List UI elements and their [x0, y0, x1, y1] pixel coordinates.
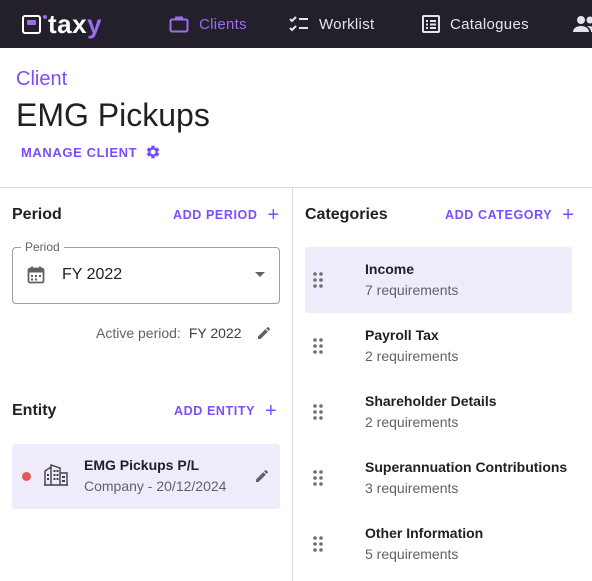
logo-mark-icon — [22, 14, 41, 34]
plus-icon: + — [562, 204, 575, 226]
nav-label-clients: Clients — [199, 15, 247, 33]
category-name: Payroll Tax — [365, 327, 439, 343]
category-count: 2 requirements — [365, 348, 459, 364]
add-period-button[interactable]: ADD PERIOD + — [173, 204, 280, 226]
add-entity-button[interactable]: ADD ENTITY + — [174, 400, 278, 422]
drag-handle-icon[interactable] — [313, 536, 323, 552]
entity-subtitle: Company - 20/12/2024 — [84, 478, 227, 494]
drag-handle-icon[interactable] — [313, 272, 323, 288]
category-item-shareholder-details[interactable]: Shareholder Details 2 requirements — [305, 379, 572, 445]
breadcrumb: Client — [16, 68, 68, 90]
people-icon — [573, 16, 592, 32]
building-icon — [44, 464, 68, 486]
manage-client-button[interactable]: MANAGE CLIENT — [21, 144, 161, 160]
category-item-superannuation[interactable]: Superannuation Contributions 3 requireme… — [305, 445, 572, 511]
nav-item-people[interactable] — [572, 0, 592, 48]
drag-handle-icon[interactable] — [313, 470, 323, 486]
gear-icon — [146, 145, 160, 159]
logo-text: taxy — [48, 9, 103, 39]
category-item-other-information[interactable]: Other Information 5 requirements — [305, 511, 572, 577]
category-count: 7 requirements — [365, 282, 459, 298]
plus-icon: + — [267, 204, 280, 226]
active-period-value: FY 2022 — [188, 325, 242, 341]
taxy-logo[interactable]: taxy — [22, 10, 102, 38]
nav-label-catalogues: Catalogues — [450, 15, 529, 33]
manage-client-label: MANAGE CLIENT — [21, 144, 138, 160]
category-count: 2 requirements — [365, 414, 459, 430]
category-name: Shareholder Details — [365, 393, 497, 409]
nav-item-catalogues[interactable]: Catalogues — [422, 0, 529, 48]
category-name: Other Information — [365, 525, 484, 541]
catalogue-icon — [422, 15, 440, 33]
drag-handle-icon[interactable] — [313, 404, 323, 420]
period-select-label: Period — [21, 240, 64, 254]
entity-name: EMG Pickups P/L — [84, 457, 200, 473]
category-count: 5 requirements — [365, 546, 459, 562]
add-category-label: ADD CATEGORY — [445, 208, 553, 222]
nav-item-worklist[interactable]: Worklist — [289, 0, 374, 48]
period-select-value: FY 2022 — [62, 266, 123, 283]
active-period: Active period: FY 2022 — [96, 325, 272, 341]
edit-pencil-icon[interactable] — [256, 325, 272, 341]
category-name: Income — [365, 261, 415, 277]
categories-section-title: Categories — [305, 206, 388, 223]
category-item-payroll-tax[interactable]: Payroll Tax 2 requirements — [305, 313, 572, 379]
edit-pencil-icon[interactable] — [254, 468, 270, 484]
category-name: Superannuation Contributions — [365, 459, 568, 475]
entity-status-dot — [22, 472, 31, 481]
plus-icon: + — [265, 400, 278, 422]
checklist-icon — [289, 16, 308, 32]
top-nav: taxy Clients Worklist Catalogues — [0, 0, 592, 48]
drag-handle-icon[interactable] — [313, 338, 323, 354]
period-select[interactable] — [12, 247, 280, 304]
column-divider — [292, 187, 293, 581]
period-section-title: Period — [12, 206, 62, 223]
nav-label-worklist: Worklist — [319, 15, 375, 33]
add-category-button[interactable]: ADD CATEGORY + — [445, 204, 575, 226]
page-title: EMG Pickups — [16, 97, 210, 133]
active-period-label: Active period: — [96, 325, 181, 341]
add-period-label: ADD PERIOD — [173, 208, 258, 222]
category-item-income[interactable]: Income 7 requirements — [305, 247, 572, 313]
dropdown-caret-icon[interactable] — [255, 272, 265, 277]
add-entity-label: ADD ENTITY — [174, 404, 255, 418]
nav-item-clients[interactable]: Clients — [169, 0, 247, 48]
calendar-icon — [27, 266, 45, 284]
entity-section-title: Entity — [12, 402, 57, 419]
header-divider — [0, 187, 592, 188]
category-count: 3 requirements — [365, 480, 459, 496]
briefcase-icon — [169, 16, 189, 33]
